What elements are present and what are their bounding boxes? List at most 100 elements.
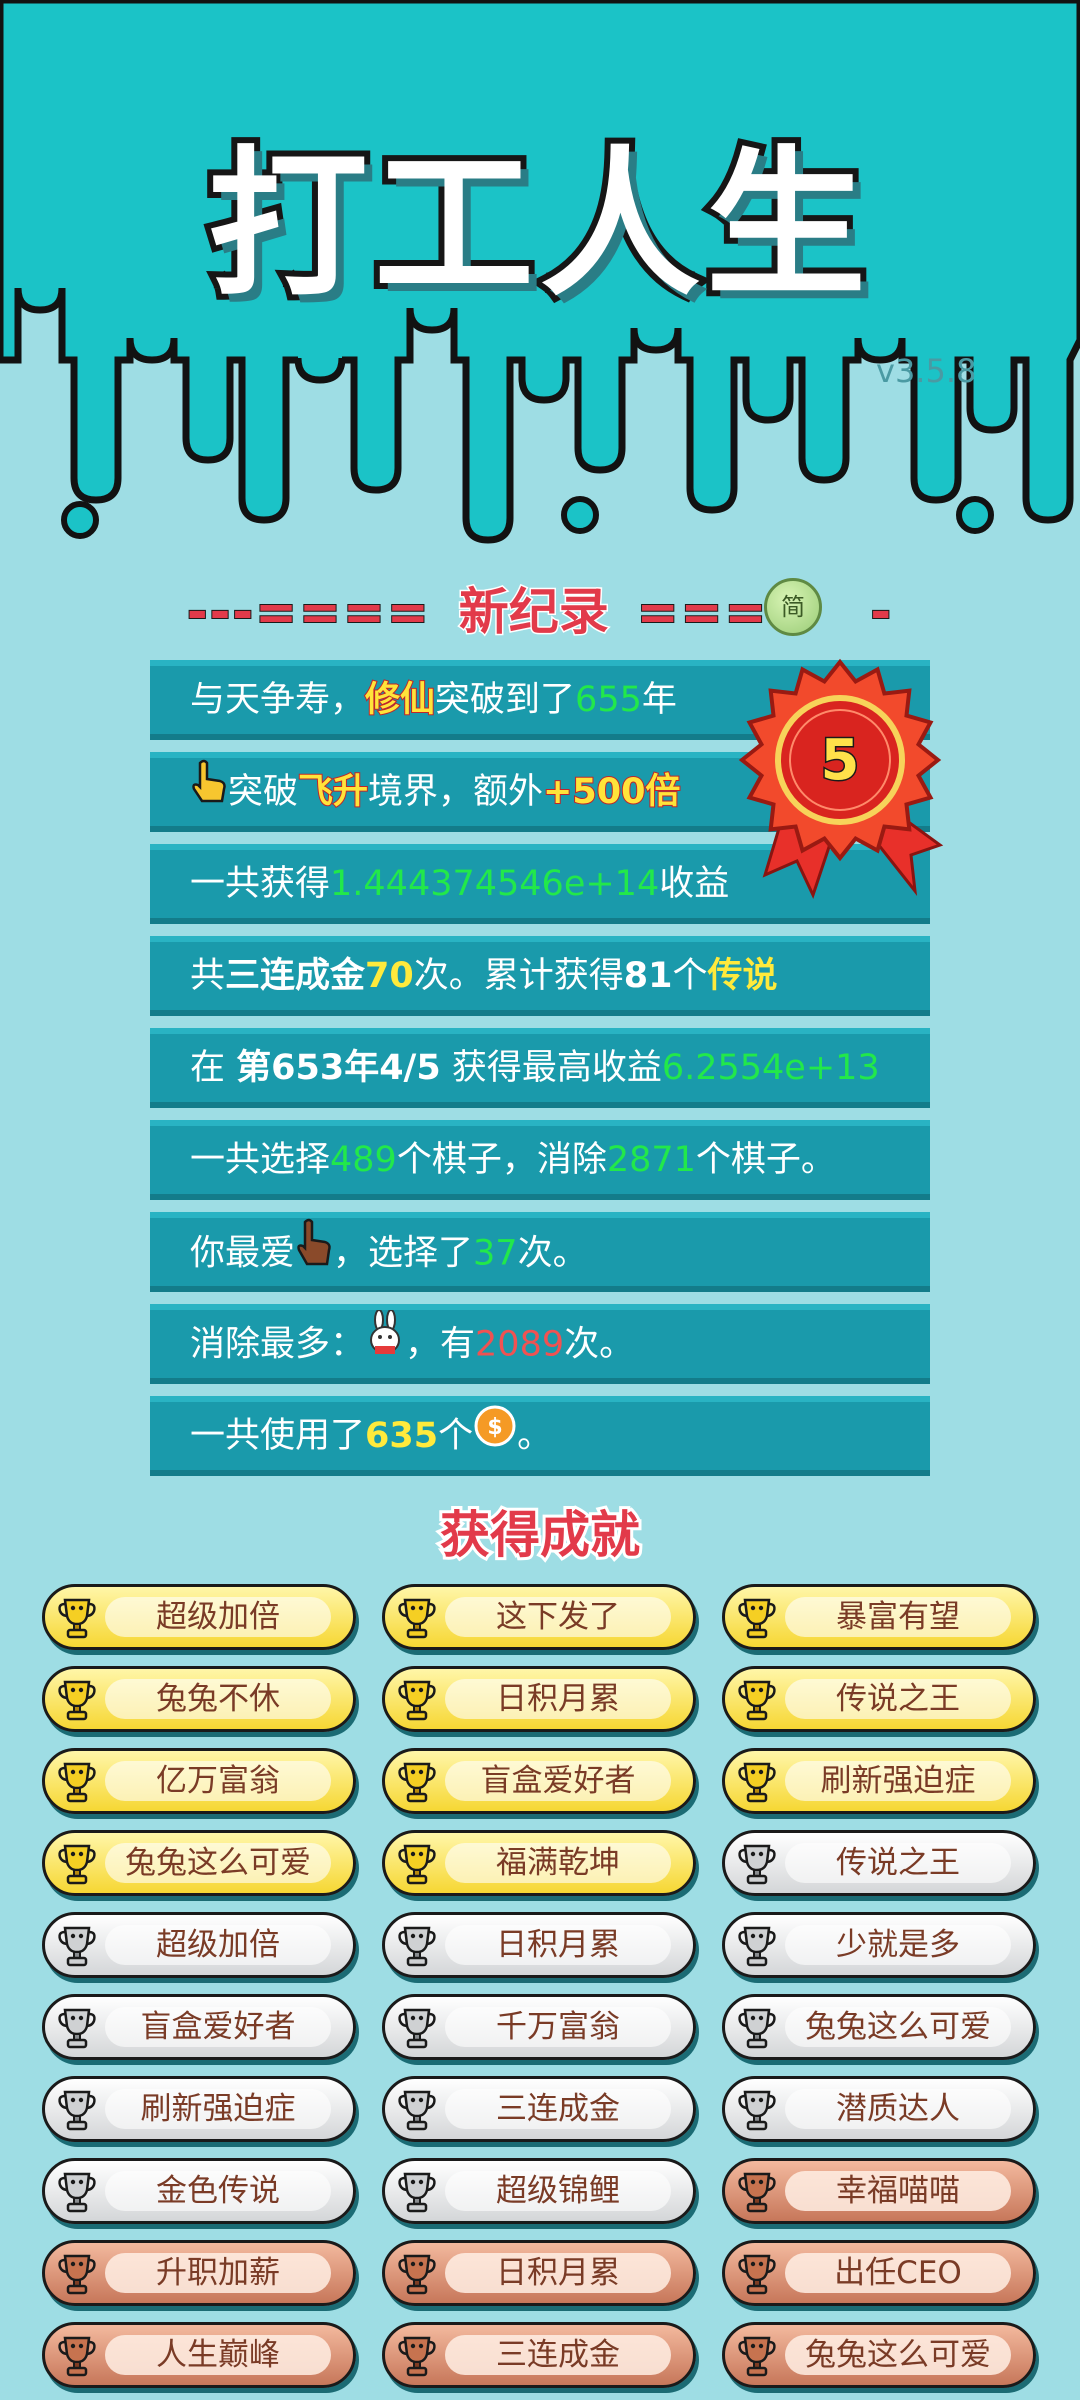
achievement-label: 超级加倍 — [156, 1599, 280, 1635]
achievement-badge[interactable]: 亿万富翁 — [42, 1748, 356, 1814]
achievements-title: 获得成就 — [437, 1503, 643, 1567]
trophy-icon — [737, 1596, 777, 1640]
achievement-badge[interactable]: 潜质达人 — [722, 2076, 1036, 2142]
trophy-icon — [737, 2088, 777, 2132]
achievement-badge[interactable]: 刷新强迫症 — [42, 2076, 356, 2142]
trophy-icon — [737, 1842, 777, 1886]
achievement-badge[interactable]: 兔兔这么可爱 — [722, 1994, 1036, 2060]
stat-row-favorite: 你最爱 ，选择了37次。 — [150, 1212, 930, 1292]
dash-decoration-left: ---==== — [186, 582, 431, 642]
achievement-badge[interactable]: 超级加倍 — [42, 1584, 356, 1650]
app-title: 打工人生 — [202, 125, 872, 324]
achievement-label: 潜质达人 — [836, 2091, 960, 2127]
trophy-icon — [57, 2334, 97, 2378]
achievement-label: 三连成金 — [496, 2337, 620, 2373]
achievement-badge[interactable]: 传说之王 — [722, 1830, 1036, 1896]
achievement-label: 千万富翁 — [496, 2009, 620, 2045]
achievement-label: 兔兔这么可爱 — [125, 1845, 311, 1881]
achievement-label: 盲盒爱好者 — [480, 1763, 636, 1799]
achievement-label: 超级锦鲤 — [496, 2173, 620, 2209]
trophy-icon — [737, 2006, 777, 2050]
header-banner: 打工人生 v3.5.8 — [0, 0, 1080, 560]
drip-dot — [956, 496, 994, 534]
achievement-badge[interactable]: 这下发了 — [382, 1584, 696, 1650]
achievement-badge[interactable]: 人生巅峰 — [42, 2322, 356, 2388]
achievement-label: 出任CEO — [834, 2255, 962, 2291]
trophy-icon — [397, 2006, 437, 2050]
achievement-badge[interactable]: 传说之王 — [722, 1666, 1036, 1732]
achievement-label: 日积月累 — [496, 2255, 620, 2291]
rosette-medal-icon: 5 — [735, 655, 965, 905]
achievement-badge[interactable]: 日积月累 — [382, 2240, 696, 2306]
achievement-badge[interactable]: 金色传说 — [42, 2158, 356, 2224]
trophy-icon — [397, 2334, 437, 2378]
achievement-label: 传说之王 — [836, 1845, 960, 1881]
stat-row-max-income: 在 第653年4/5 获得最高收益6.2554e+13 — [150, 1028, 930, 1108]
trophy-icon — [57, 2006, 97, 2050]
trophy-icon — [57, 2170, 97, 2214]
stat-row-coins-used: 一共使用了635个 $ 。 — [150, 1396, 930, 1476]
trophy-icon — [737, 1760, 777, 1804]
stat-row-eliminated: 消除最多： ，有2089次。 — [150, 1304, 930, 1384]
achievement-label: 日积月累 — [496, 1927, 620, 1963]
achievement-badge[interactable]: 兔兔这么可爱 — [42, 1830, 356, 1896]
version-label: v3.5.8 — [876, 352, 977, 390]
trophy-icon — [737, 1924, 777, 1968]
trophy-icon — [737, 2334, 777, 2378]
dash-decoration-end: - — [869, 582, 894, 642]
achievement-badge[interactable]: 三连成金 — [382, 2322, 696, 2388]
achievement-label: 亿万富翁 — [156, 1763, 280, 1799]
coin-icon: $ — [473, 1403, 517, 1471]
trophy-icon — [397, 1842, 437, 1886]
stat-row-triple-gold: 共三连成金70次。累计获得81个传说 — [150, 936, 930, 1016]
trophy-icon — [57, 2252, 97, 2296]
achievement-badge[interactable]: 少就是多 — [722, 1912, 1036, 1978]
medal-number: 5 — [821, 728, 860, 793]
stat-row-pieces: 一共选择489个棋子，消除2871个棋子。 — [150, 1120, 930, 1200]
new-record-heading: ---==== 新纪录 ==== - — [0, 572, 1080, 644]
achievement-label: 人生巅峰 — [156, 2337, 280, 2373]
achievement-badge[interactable]: 出任CEO — [722, 2240, 1036, 2306]
trophy-icon — [397, 1678, 437, 1722]
rabbit-icon — [365, 1309, 405, 1381]
achievement-badge[interactable]: 超级加倍 — [42, 1912, 356, 1978]
trophy-icon — [57, 2088, 97, 2132]
drip-dot — [561, 496, 599, 534]
achievement-badge[interactable]: 日积月累 — [382, 1666, 696, 1732]
achievement-label: 超级加倍 — [156, 1927, 280, 1963]
trophy-icon — [737, 2252, 777, 2296]
simplified-toggle-button[interactable]: 简 — [764, 578, 822, 636]
achievement-badge[interactable]: 幸福喵喵 — [722, 2158, 1036, 2224]
achievement-label: 金色传说 — [156, 2173, 280, 2209]
achievement-badge[interactable]: 兔兔不休 — [42, 1666, 356, 1732]
achievement-badge[interactable]: 盲盒爱好者 — [42, 1994, 356, 2060]
achievement-badge[interactable]: 刷新强迫症 — [722, 1748, 1036, 1814]
achievement-label: 幸福喵喵 — [836, 2173, 960, 2209]
drip-dot — [61, 501, 99, 539]
trophy-icon — [57, 1842, 97, 1886]
achievement-label: 传说之王 — [836, 1681, 960, 1717]
new-record-title: 新纪录 — [457, 582, 610, 643]
achievement-badge[interactable]: 福满乾坤 — [382, 1830, 696, 1896]
svg-text:$: $ — [487, 1415, 502, 1440]
achievement-label: 兔兔不休 — [156, 1681, 280, 1717]
achievement-label: 兔兔这么可爱 — [805, 2009, 991, 2045]
achievement-label: 兔兔这么可爱 — [805, 2337, 991, 2373]
achievement-badge[interactable]: 千万富翁 — [382, 1994, 696, 2060]
achievement-label: 福满乾坤 — [496, 1845, 620, 1881]
trophy-icon — [397, 2088, 437, 2132]
achievement-badge[interactable]: 暴富有望 — [722, 1584, 1036, 1650]
achievement-badge[interactable]: 三连成金 — [382, 2076, 696, 2142]
trophy-icon — [737, 2170, 777, 2214]
brown-hand-icon — [295, 1218, 333, 1291]
achievement-badge[interactable]: 盲盒爱好者 — [382, 1748, 696, 1814]
achievement-badge[interactable]: 兔兔这么可爱 — [722, 2322, 1036, 2388]
achievement-badge[interactable]: 超级锦鲤 — [382, 2158, 696, 2224]
achievement-label: 这下发了 — [496, 1599, 620, 1635]
trophy-icon — [57, 1760, 97, 1804]
achievement-label: 刷新强迫症 — [140, 2091, 296, 2127]
achievement-badge[interactable]: 日积月累 — [382, 1912, 696, 1978]
trophy-icon — [737, 1678, 777, 1722]
achievement-label: 少就是多 — [836, 1927, 960, 1963]
achievement-badge[interactable]: 升职加薪 — [42, 2240, 356, 2306]
